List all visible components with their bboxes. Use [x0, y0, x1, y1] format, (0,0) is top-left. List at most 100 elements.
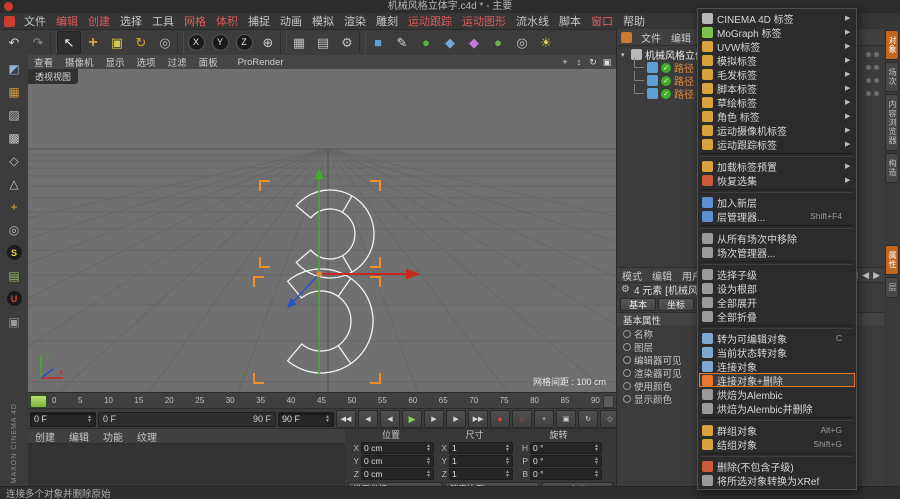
position-field[interactable]: 0 cm ▲ ▼	[361, 455, 434, 467]
prev-key-button[interactable]: ◀	[358, 410, 378, 428]
context-menu-item[interactable]: 转为可编辑对象 C	[699, 331, 855, 346]
stepper-arrows-icon[interactable]: ▲ ▼	[505, 444, 510, 453]
material-menu-item[interactable]: 编辑	[62, 429, 96, 444]
material-menu-item[interactable]: 纹理	[130, 429, 164, 444]
goto-start-button[interactable]: ◀◀	[336, 410, 356, 428]
model-mode-tool[interactable]: ▦	[2, 80, 26, 103]
keyframe-circle-icon[interactable]	[623, 368, 631, 377]
stepper-arrows-icon[interactable]: ▲ ▼	[426, 444, 431, 453]
light-button[interactable]: ☀	[534, 31, 558, 54]
viewport-menu-item[interactable]: 面板	[193, 55, 224, 69]
context-menu-item[interactable]: MoGraph 标签 ▶	[699, 25, 855, 40]
menubar-item[interactable]: 流水线	[511, 13, 554, 29]
size-column-header[interactable]: 尺寸	[436, 430, 513, 441]
next-key-button[interactable]: ▶	[446, 410, 466, 428]
menubar-item[interactable]: 脚本	[554, 13, 586, 29]
size-field[interactable]: 1 ▲ ▼	[449, 455, 513, 467]
position-field[interactable]: 0 cm ▲ ▼	[361, 468, 434, 480]
dock-tab[interactable]: 构造	[885, 153, 899, 183]
rotation-record-toggle[interactable]: ↻	[578, 410, 598, 428]
context-menu-item[interactable]: 选择子级	[699, 267, 855, 282]
prev-frame-button[interactable]: ◀	[380, 410, 400, 428]
render-settings-button[interactable]: ⚙	[335, 31, 359, 54]
timeline-playhead[interactable]	[30, 395, 47, 408]
viewport-menu-item[interactable]: 显示	[100, 55, 131, 69]
stepper-arrows-icon[interactable]: ▲ ▼	[594, 444, 599, 453]
position-column-header[interactable]: 位置	[348, 430, 434, 441]
context-menu-item[interactable]: 烘焙为Alembic并删除	[699, 401, 855, 416]
coordinate-system-toggle[interactable]: ⊕	[256, 31, 280, 54]
context-menu-item[interactable]: 将所选对象转换为XRef	[699, 473, 855, 488]
menubar-item[interactable]: 编辑	[51, 13, 83, 29]
menubar-item[interactable]: 模拟	[307, 13, 339, 29]
keyframe-circle-icon[interactable]	[623, 394, 631, 403]
render-view-button[interactable]: ▦	[287, 31, 311, 54]
z-axis-lock[interactable]: Z	[232, 31, 256, 54]
object-manager-menu-item[interactable]: 编辑	[666, 30, 696, 45]
menubar-item[interactable]: 工具	[147, 13, 179, 29]
material-menu-item[interactable]: 创建	[28, 429, 62, 444]
undo-icon[interactable]: ↶	[2, 31, 26, 54]
view-label[interactable]: 透视视图	[28, 69, 79, 84]
viewport-canvas[interactable]: 透视视图 网格间距 : 100 cm Y X	[28, 69, 616, 392]
toolbar-separator[interactable]	[50, 32, 57, 53]
menubar-item[interactable]: 创建	[83, 13, 115, 29]
points-mode-tool[interactable]: ▩	[2, 126, 26, 149]
context-menu-item[interactable]	[701, 261, 853, 265]
object-type-icon[interactable]	[647, 88, 658, 99]
object-type-icon[interactable]	[647, 62, 658, 73]
context-menu-item[interactable]: 恢复选集 ▶	[699, 173, 855, 188]
end-frame-field[interactable]: 90 F ▲ ▼	[278, 411, 334, 427]
size-field[interactable]: 1 ▲ ▼	[449, 468, 513, 480]
enabled-check-icon[interactable]: ✓	[661, 75, 671, 86]
context-menu-item[interactable]	[701, 189, 853, 193]
pan-view-icon[interactable]: +	[558, 56, 572, 68]
context-menu-item[interactable]: 设为根部	[699, 281, 855, 296]
toolbar-separator[interactable]	[359, 32, 366, 53]
last-tool-used[interactable]: ◎	[153, 31, 177, 54]
menubar-item[interactable]: 运动图形	[457, 13, 511, 29]
stepper-arrows-icon[interactable]: ▲ ▼	[426, 470, 431, 479]
lock-workplane-tool[interactable]: ▣	[2, 310, 26, 333]
object-manager-icon[interactable]	[621, 31, 632, 43]
goto-end-button[interactable]: ▶▶	[468, 410, 488, 428]
dock-tab[interactable]: 对象	[885, 30, 899, 60]
editor-visibility-dot[interactable]	[866, 91, 871, 96]
rotation-field[interactable]: 0 ° ▲ ▼	[530, 442, 602, 454]
rotation-field[interactable]: 0 ° ▲ ▼	[530, 455, 602, 467]
snap-toggle[interactable]: S	[2, 241, 26, 264]
x-axis-lock[interactable]: X	[184, 31, 208, 54]
position-record-toggle[interactable]: +	[534, 410, 554, 428]
autokey-button[interactable]: ○	[512, 410, 532, 428]
toggle-view-icon[interactable]: ▣	[600, 56, 614, 68]
material-list-area[interactable]	[28, 444, 345, 488]
enabled-check-icon[interactable]: ✓	[661, 88, 671, 99]
dock-tab[interactable]: 场次	[885, 62, 899, 92]
dock-tab[interactable]: 属性	[885, 245, 899, 275]
stepper-arrows-icon[interactable]: ▲ ▼	[325, 415, 330, 424]
rotate-tool[interactable]: ↻	[129, 31, 153, 54]
viewport-solo-tool[interactable]: ◎	[2, 218, 26, 241]
menubar-item[interactable]: 窗口	[586, 13, 618, 29]
live-selection-tool[interactable]: ↖	[57, 31, 81, 54]
context-menu-item[interactable]	[701, 225, 853, 229]
stepper-arrows-icon[interactable]: ▲ ▼	[426, 457, 431, 466]
object-type-icon[interactable]	[647, 75, 658, 86]
editor-visibility-dot[interactable]	[866, 65, 871, 70]
scale-tool[interactable]: ▣	[105, 31, 129, 54]
edges-mode-tool[interactable]: ◇	[2, 149, 26, 172]
current-frame-field[interactable]: 0 F ▲ ▼	[30, 411, 96, 427]
context-menu-item[interactable]: 从所有场次中移除	[699, 231, 855, 246]
record-keyframe-button[interactable]: ●	[490, 410, 510, 428]
scale-record-toggle[interactable]: ▣	[556, 410, 576, 428]
viewport-menu-item[interactable]: 过滤	[162, 55, 193, 69]
context-menu-item[interactable]	[701, 453, 853, 457]
rotation-field[interactable]: 0 ° ▲ ▼	[530, 468, 602, 480]
dock-tab[interactable]: 层	[885, 277, 899, 298]
render-visibility-dot[interactable]	[874, 52, 879, 57]
editor-visibility-dot[interactable]	[866, 78, 871, 83]
move-tool[interactable]: +	[81, 31, 105, 54]
context-menu-item[interactable]: 场次管理器...	[699, 245, 855, 260]
attr-forward-icon[interactable]: ▶	[873, 270, 880, 281]
dock-tab[interactable]: 内容浏览器	[885, 94, 899, 151]
